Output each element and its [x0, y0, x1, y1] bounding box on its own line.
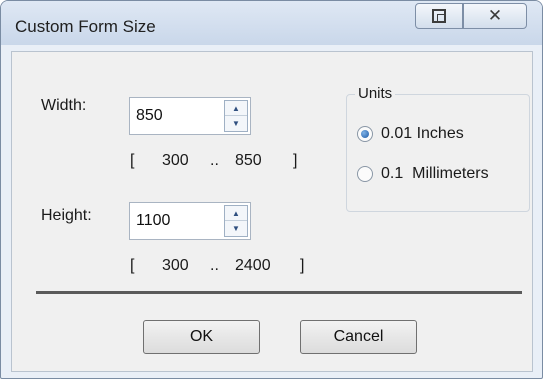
dialog-body: Width: ▲ ▼ [ 300 .. 850 ] Height: ▲ ▼ [: [11, 51, 533, 372]
width-range-separator: ..: [210, 152, 219, 169]
height-range-max: 2400: [235, 257, 271, 274]
height-label: Height:: [41, 207, 92, 224]
width-range-max: 850: [235, 152, 262, 169]
inches-label: 0.01 Inches: [381, 125, 464, 142]
height-range: [ 300 .. 2400 ]: [130, 257, 320, 277]
width-spinbox: ▲ ▼: [129, 97, 251, 135]
units-option-inches[interactable]: 0.01 Inches: [357, 125, 464, 143]
width-range-min: 300: [162, 152, 189, 169]
width-spin-up-button[interactable]: ▲: [225, 101, 247, 116]
restore-button[interactable]: [415, 3, 463, 29]
units-group-title: Units: [355, 85, 396, 102]
units-group: Units 0.01 Inches 0.1 Millimeters: [346, 85, 530, 212]
width-range-open: [: [130, 152, 135, 169]
width-spin-buttons: ▲ ▼: [224, 100, 248, 132]
inches-radio[interactable]: [357, 126, 373, 142]
chevron-up-icon: ▲: [232, 103, 240, 113]
units-option-millimeters[interactable]: 0.1 Millimeters: [357, 165, 489, 183]
height-range-separator: ..: [210, 257, 219, 274]
height-range-open: [: [130, 257, 135, 274]
width-spin-down-button[interactable]: ▼: [225, 116, 247, 131]
restore-icon: [432, 9, 446, 23]
chevron-down-icon: ▼: [232, 224, 240, 233]
height-spinbox: ▲ ▼: [129, 202, 251, 240]
title-bar[interactable]: Custom Form Size ✕: [1, 1, 542, 45]
height-spin-down-button[interactable]: ▼: [225, 221, 247, 236]
chevron-down-icon: ▼: [232, 119, 240, 128]
close-icon: ✕: [487, 6, 503, 25]
millimeters-label: 0.1 Millimeters: [381, 165, 489, 182]
height-input[interactable]: [130, 203, 222, 239]
height-spin-buttons: ▲ ▼: [224, 205, 248, 237]
chevron-up-icon: ▲: [232, 208, 240, 218]
millimeters-radio[interactable]: [357, 166, 373, 182]
height-range-min: 300: [162, 257, 189, 274]
width-input[interactable]: [130, 98, 222, 134]
dialog-title: Custom Form Size: [15, 17, 156, 36]
separator-line: [36, 291, 522, 294]
custom-form-size-dialog: Custom Form Size ✕ Width: ▲ ▼ [ 300 .. 8…: [0, 0, 543, 379]
width-range: [ 300 .. 850 ]: [130, 152, 310, 172]
close-button[interactable]: ✕: [463, 3, 527, 29]
width-label: Width:: [41, 97, 87, 114]
ok-button[interactable]: OK: [143, 320, 260, 354]
width-range-close: ]: [293, 152, 298, 169]
height-spin-up-button[interactable]: ▲: [225, 206, 247, 221]
cancel-button[interactable]: Cancel: [300, 320, 417, 354]
height-range-close: ]: [300, 257, 305, 274]
